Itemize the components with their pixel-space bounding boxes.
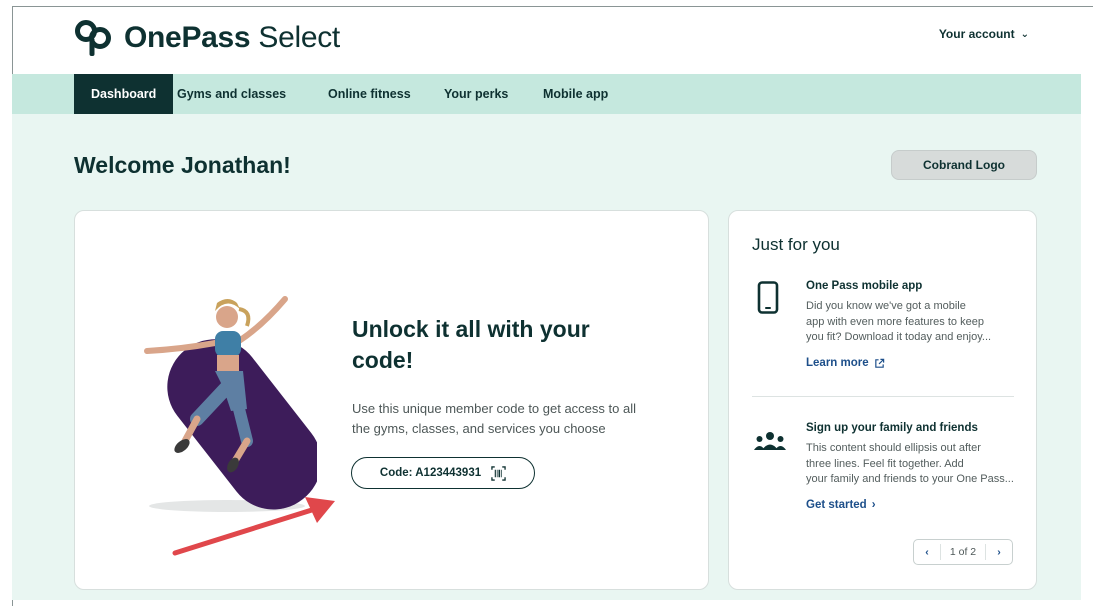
nav-item-gyms-and-classes[interactable]: Gyms and classes — [177, 74, 286, 114]
brand-name-pass: Pass — [181, 21, 251, 54]
chevron-down-icon: ⌄ — [1020, 28, 1029, 40]
promo-body-line: your family and friends to your One Pass… — [806, 473, 1014, 485]
account-menu-button[interactable]: Your account ⌄ — [939, 27, 1029, 41]
nav-item-dashboard[interactable]: Dashboard — [74, 74, 174, 114]
group-people-icon — [754, 432, 786, 450]
page-title: Welcome Jonathan! — [74, 152, 291, 178]
hero-athlete-illustration — [144, 296, 317, 512]
promo-body-line: Did you know we've got a mobile — [806, 300, 966, 312]
annotation-arrow — [172, 497, 335, 556]
promo-body-line: This content should ellipsis out after — [806, 442, 981, 454]
get-started-label: Get started — [806, 499, 867, 511]
promo-divider — [752, 396, 1014, 397]
promo-body-line: app with even more features to keep — [806, 315, 984, 328]
brand-name: OnePass Select — [124, 21, 340, 55]
smartphone-icon — [757, 281, 779, 314]
promo-body-line: three lines. Feel fit together. Add — [806, 457, 964, 470]
brand-name-select: Select — [258, 21, 340, 54]
onepass-logo-icon — [75, 20, 111, 56]
promo-title-family: Sign up your family and friends — [806, 422, 978, 434]
unlock-code-card: Unlock it all with your code! Use this u… — [74, 210, 709, 590]
account-label: Your account — [938, 27, 1015, 41]
nav-item-mobile-app[interactable]: Mobile app — [543, 74, 608, 114]
promo-pager: ‹ 1 of 2 › — [913, 539, 1013, 565]
unlock-description: Use this unique member code to get acces… — [352, 401, 636, 436]
nav-item-your-perks[interactable]: Your perks — [444, 74, 508, 114]
member-code-label: Code: A123443931 — [379, 467, 482, 479]
external-link-icon — [874, 358, 884, 368]
get-started-link[interactable]: Get started › — [806, 499, 876, 511]
just-for-you-card: Just for you One Pass mobile app Did you… — [728, 210, 1037, 590]
dashboard-main: Welcome Jonathan! Cobrand Logo Unlock it… — [12, 114, 1081, 600]
promo-title-mobile-app: One Pass mobile app — [806, 280, 923, 292]
top-header: OnePass Select Your account ⌄ — [12, 0, 1081, 74]
brand-name-one: One — [124, 21, 182, 54]
promo-body-family: This content should ellipsis out after t… — [806, 441, 1016, 488]
cobrand-logo: Cobrand Logo — [891, 150, 1037, 180]
just-for-you-title: Just for you — [752, 235, 840, 254]
member-code-button[interactable]: Code: A123443931 — [351, 457, 535, 489]
chevron-right-icon: › — [871, 499, 876, 511]
promo-body-line: you fit? Download it today and enjoy... — [806, 331, 992, 343]
promo-body-mobile-app: Did you know we've got a mobile app with… — [806, 299, 1016, 346]
learn-more-label: Learn more — [806, 357, 869, 369]
learn-more-link[interactable]: Learn more — [806, 357, 885, 369]
main-nav: Dashboard Gyms and classes Online fitnes… — [12, 74, 1081, 114]
brand-logo[interactable]: OnePass Select — [74, 18, 340, 58]
pager-prev-button[interactable]: ‹ — [914, 540, 940, 564]
pager-label: 1 of 2 — [940, 544, 986, 560]
barcode-scan-icon — [491, 465, 506, 481]
pager-next-button[interactable]: › — [986, 540, 1012, 564]
unlock-title: Unlock it all with your code! — [352, 316, 590, 373]
nav-item-online-fitness[interactable]: Online fitness — [328, 74, 411, 114]
